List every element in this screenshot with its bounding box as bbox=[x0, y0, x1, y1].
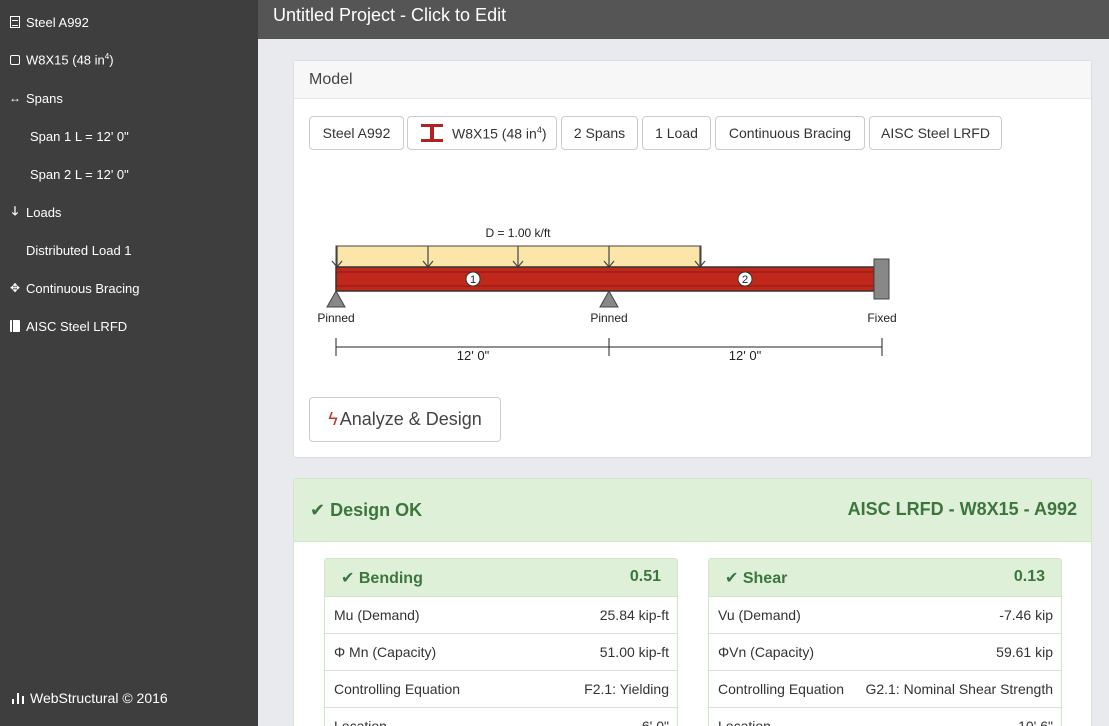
sidebar-item-label: Spans bbox=[26, 90, 63, 106]
sidebar-item-section[interactable]: W8X15 (48 in4) bbox=[8, 47, 114, 73]
analyze-design-button[interactable]: ϟ Analyze & Design bbox=[309, 397, 501, 442]
bending-check-panel: ✔ Bending 0.51 Mu (Demand) 25.84 kip-ft Φ… bbox=[324, 558, 678, 726]
sidebar-item-loads[interactable]: 🡓 Loads bbox=[8, 199, 62, 225]
spans-button[interactable]: 2 Spans bbox=[561, 116, 638, 150]
check-icon: ✔ bbox=[310, 500, 326, 520]
document-icon bbox=[8, 16, 22, 28]
sidebar-item-label: Distributed Load 1 bbox=[26, 242, 132, 258]
sidebar-item-bracing[interactable]: ✥ Continuous Bracing bbox=[8, 275, 140, 301]
section-button-label: W8X15 (48 in4) bbox=[452, 124, 547, 142]
table-row: Controlling Equation G2.1: Nominal Shear … bbox=[709, 671, 1061, 708]
table-row: Φ Mn (Capacity) 51.00 kip-ft bbox=[325, 634, 677, 671]
sidebar-item-span-2[interactable]: Span 2 L = 12' 0" bbox=[30, 161, 129, 187]
book-icon bbox=[8, 320, 22, 332]
sidebar-footer[interactable]: WebStructural © 2016 bbox=[12, 690, 168, 706]
table-row: Location 10' 6" bbox=[709, 708, 1061, 726]
results-panel: ✔ Design OK AISC LRFD - W8X15 - A992 ✔ B… bbox=[293, 478, 1092, 726]
load-label: D = 1.00 k/ft bbox=[485, 226, 551, 240]
section-button[interactable]: W8X15 (48 in4) bbox=[407, 116, 557, 150]
bending-header: ✔ Bending 0.51 bbox=[325, 559, 677, 597]
sitemap-icon bbox=[12, 692, 24, 704]
span-1-number: 1 bbox=[470, 274, 476, 286]
arrow-down-icon: 🡓 bbox=[11, 203, 19, 218]
material-button[interactable]: Steel A992 bbox=[309, 116, 404, 150]
support-1-label: Pinned bbox=[317, 311, 354, 325]
fixed-support[interactable] bbox=[873, 258, 890, 300]
span-2-length: 12' 0" bbox=[729, 348, 762, 363]
footer-text: WebStructural © 2016 bbox=[30, 690, 168, 706]
loads-button[interactable]: 1 Load bbox=[642, 116, 711, 150]
span-2-number: 2 bbox=[742, 274, 748, 286]
support-3-label: Fixed bbox=[867, 311, 896, 325]
analyze-design-label: Analyze & Design bbox=[339, 409, 482, 429]
arrows-horizontal-icon: ↔ bbox=[9, 91, 21, 105]
design-summary: AISC LRFD - W8X15 - A992 bbox=[847, 499, 1077, 519]
bending-ratio: 0.51 bbox=[629, 568, 661, 585]
distributed-load[interactable] bbox=[331, 245, 706, 269]
dimension-line bbox=[335, 338, 883, 356]
span-1-length: 12' 0" bbox=[457, 348, 490, 363]
table-row: ΦVn (Capacity) 59.61 kip bbox=[709, 634, 1061, 671]
table-row: Controlling Equation F2.1: Yielding bbox=[325, 671, 677, 708]
sidebar-item-label: Steel A992 bbox=[26, 14, 89, 30]
project-title[interactable]: Untitled Project - Click to Edit bbox=[273, 5, 506, 26]
beam-diagram: D = 1.00 k/ft 1 2 Pinned Pinned Fixed 12… bbox=[317, 226, 896, 363]
shear-title: ✔ Shear bbox=[725, 570, 788, 587]
shear-header: ✔ Shear 0.13 bbox=[709, 559, 1061, 597]
sidebar-item-material[interactable]: Steel A992 bbox=[8, 9, 89, 35]
sidebar: Steel A992 W8X15 (48 in4) ↔ Spans Span 1… bbox=[0, 0, 258, 726]
table-row: Location 6' 0" bbox=[325, 708, 677, 726]
i-beam-icon bbox=[421, 124, 443, 142]
design-code-button[interactable]: AISC Steel LRFD bbox=[869, 116, 1002, 150]
sidebar-item-label: Continuous Bracing bbox=[26, 280, 140, 296]
header: Untitled Project - Click to Edit bbox=[258, 0, 1109, 39]
pinned-support-1[interactable] bbox=[326, 289, 346, 308]
bracing-button[interactable]: Continuous Bracing bbox=[715, 116, 865, 150]
beam[interactable] bbox=[335, 266, 875, 292]
square-icon bbox=[8, 55, 22, 65]
results-header: ✔ Design OK AISC LRFD - W8X15 - A992 bbox=[294, 479, 1091, 542]
bending-title: ✔ Bending bbox=[341, 570, 423, 587]
sidebar-item-label: Span 2 L = 12' 0" bbox=[30, 166, 129, 182]
design-status: ✔ Design OK bbox=[310, 500, 423, 520]
sidebar-item-code[interactable]: AISC Steel LRFD bbox=[8, 313, 127, 339]
shear-check-panel: ✔ Shear 0.13 Vu (Demand) -7.46 kip ΦVn (C… bbox=[708, 558, 1062, 726]
sidebar-item-label: Loads bbox=[26, 204, 62, 220]
check-icon: ✔ bbox=[725, 570, 739, 587]
sidebar-item-label: W8X15 (48 in4) bbox=[26, 52, 114, 68]
shear-ratio: 0.13 bbox=[1013, 568, 1045, 585]
sidebar-item-spans[interactable]: ↔ Spans bbox=[8, 85, 63, 111]
table-row: Vu (Demand) -7.46 kip bbox=[709, 597, 1061, 634]
sidebar-item-label: AISC Steel LRFD bbox=[26, 318, 128, 334]
support-2-label: Pinned bbox=[590, 311, 627, 325]
sidebar-item-label: Span 1 L = 12' 0" bbox=[30, 128, 129, 144]
check-icon: ✔ bbox=[341, 570, 355, 587]
pinned-support-2[interactable] bbox=[599, 289, 619, 308]
model-panel-title: Model bbox=[294, 61, 1091, 99]
sidebar-item-span-1[interactable]: Span 1 L = 12' 0" bbox=[30, 123, 129, 149]
bolt-icon: ϟ bbox=[328, 409, 338, 429]
table-row: Mu (Demand) 25.84 kip-ft bbox=[325, 597, 677, 634]
sidebar-item-distributed-load[interactable]: Distributed Load 1 bbox=[26, 237, 132, 263]
model-panel: Model Steel A992 W8X15 (48 in4) 2 Spans … bbox=[293, 60, 1092, 458]
move-icon: ✥ bbox=[9, 281, 21, 295]
